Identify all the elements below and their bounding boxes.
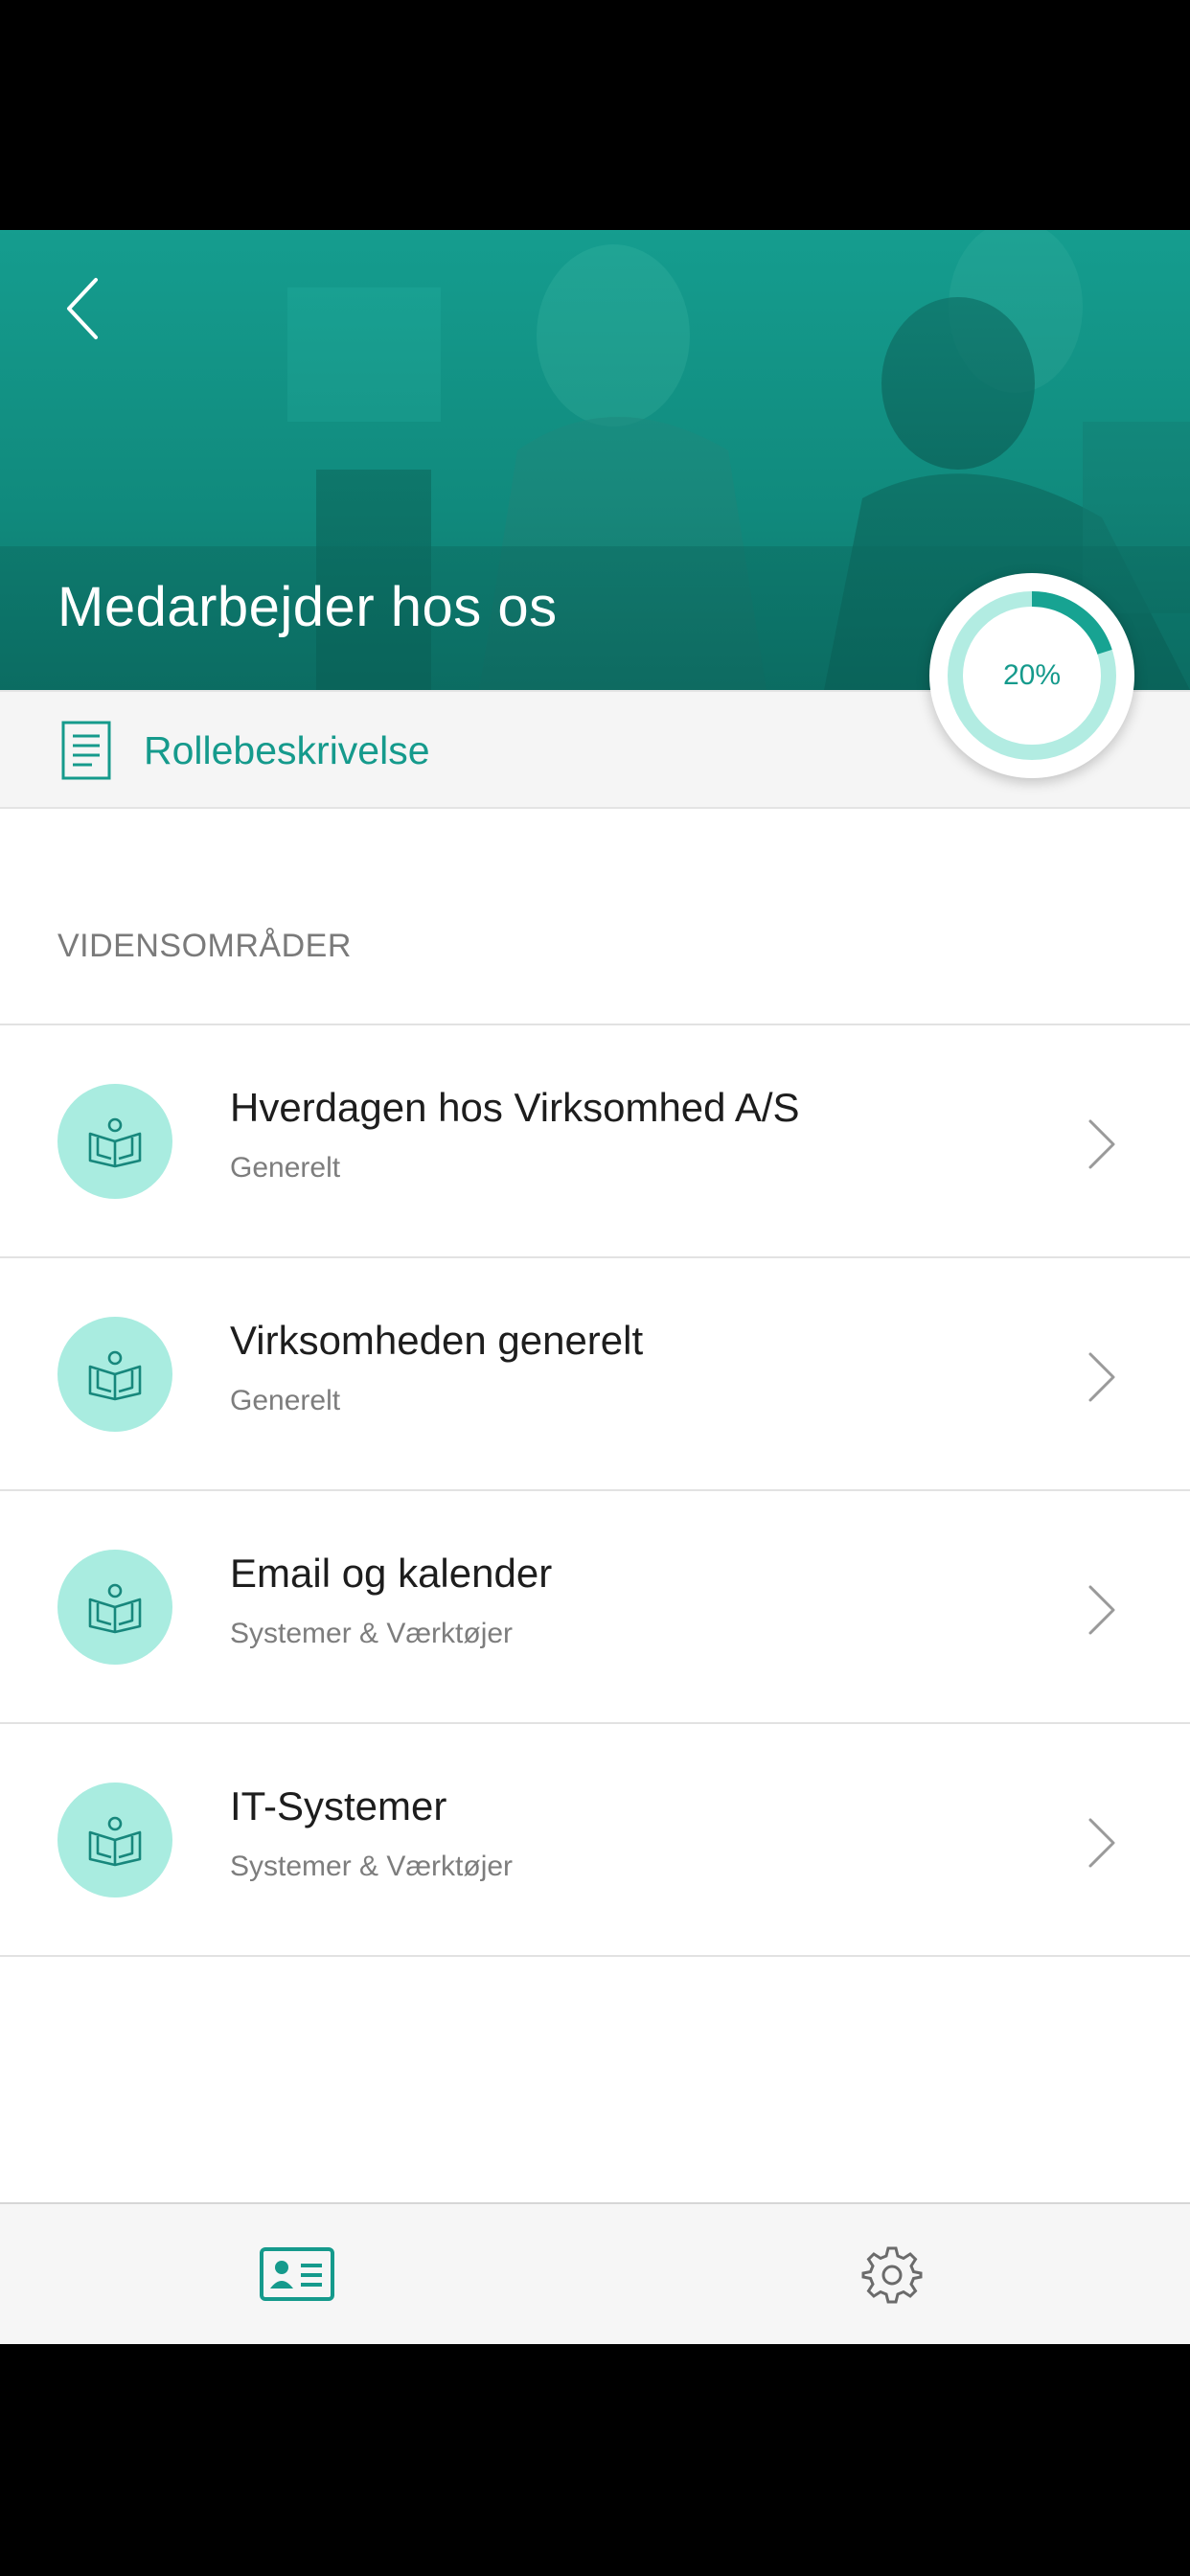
page-title: Medarbejder hos os — [57, 576, 558, 638]
chevron-right-icon — [1081, 1581, 1119, 1639]
item-subtitle: Systemer & Værktøjer — [230, 1618, 514, 1649]
tab-bar — [0, 2202, 1190, 2344]
chevron-right-icon — [1081, 1348, 1119, 1406]
list-item[interactable]: Virksomheden generelt Generelt — [0, 1258, 1190, 1491]
document-icon — [61, 721, 111, 780]
book-reader-icon — [57, 1317, 172, 1432]
list-item[interactable]: Email og kalender Systemer & Værktøjer — [0, 1491, 1190, 1724]
list-item[interactable]: Hverdagen hos Virksomhed A/S Generelt — [0, 1025, 1190, 1258]
tab-settings[interactable] — [595, 2204, 1190, 2344]
list-item[interactable]: IT-Systemer Systemer & Værktøjer — [0, 1724, 1190, 1957]
progress-label: 20% — [1002, 659, 1062, 691]
progress-ring: 20% — [929, 573, 1134, 778]
role-description-label: Rollebeskrivelse — [144, 728, 430, 772]
gear-icon — [861, 2246, 923, 2304]
item-title: Email og kalender — [230, 1551, 553, 1596]
item-subtitle: Generelt — [230, 1152, 341, 1184]
tab-profile[interactable] — [0, 2204, 595, 2344]
knowledge-area-list: Hverdagen hos Virksomhed A/S Generelt Vi… — [0, 1025, 1190, 1957]
item-subtitle: Generelt — [230, 1385, 341, 1416]
book-reader-icon — [57, 1550, 172, 1665]
app-screen: Medarbejder hos os Rollebeskrivelse 20% … — [0, 230, 1190, 2344]
back-button[interactable] — [54, 270, 115, 347]
item-title: Hverdagen hos Virksomhed A/S — [230, 1085, 800, 1130]
id-card-icon — [260, 2247, 334, 2301]
section-title: VIDENSOMRÅDER — [57, 928, 352, 964]
chevron-right-icon — [1081, 1116, 1119, 1173]
book-reader-icon — [57, 1084, 172, 1199]
item-title: IT-Systemer — [230, 1783, 447, 1828]
book-reader-icon — [57, 1782, 172, 1898]
item-title: Virksomheden generelt — [230, 1318, 644, 1363]
item-subtitle: Systemer & Værktøjer — [230, 1851, 514, 1882]
chevron-left-icon — [67, 278, 98, 339]
chevron-right-icon — [1081, 1814, 1119, 1872]
